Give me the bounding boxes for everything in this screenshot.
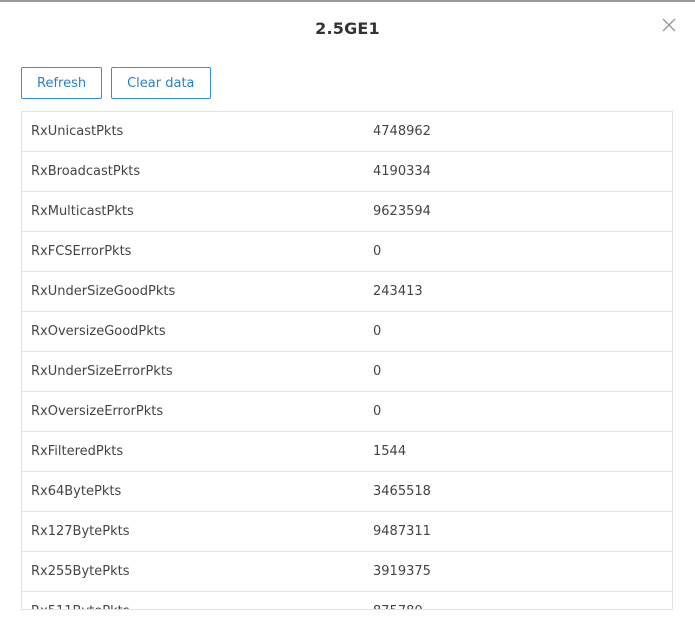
close-icon[interactable] — [661, 17, 677, 33]
table-row: RxBroadcastPkts 4190334 — [22, 152, 672, 192]
table-row: RxOversizeErrorPkts 0 — [22, 392, 672, 432]
stat-name: RxMulticastPkts — [31, 204, 134, 219]
stat-name: RxOversizeGoodPkts — [31, 324, 166, 339]
stat-value: 4748962 — [373, 124, 431, 139]
stat-value: 0 — [373, 364, 382, 379]
toolbar: Refresh Clear data — [21, 67, 211, 99]
stat-name: Rx255BytePkts — [31, 564, 130, 579]
stats-table: RxUnicastPkts 4748962 RxBroadcastPkts 41903… — [21, 111, 673, 610]
stat-value: 875780 — [373, 604, 672, 609]
stat-value: 3919375 — [373, 564, 431, 579]
table-row: Rx511BytePkts875780 — [22, 592, 672, 609]
clear-data-button[interactable]: Clear data — [111, 67, 211, 99]
stat-value: 3465518 — [373, 484, 431, 499]
stat-name: RxUnderSizeErrorPkts — [31, 364, 173, 379]
table-row: RxUnicastPkts 4748962 — [22, 112, 672, 152]
stat-name: RxBroadcastPkts — [31, 164, 141, 179]
stat-name: RxUnderSizeGoodPkts — [31, 284, 176, 299]
dialog-title: 2.5GE1 — [315, 19, 380, 38]
table-row: RxFilteredPkts 1544 — [22, 432, 672, 472]
stat-value: 0 — [373, 404, 382, 419]
table-row: Rx64BytePkts 3465518 — [22, 472, 672, 512]
port-stats-dialog: 2.5GE1 Refresh Clear data RxUnicastPkts 4… — [0, 0, 695, 631]
table-row: Rx127BytePkts 9487311 — [22, 512, 672, 552]
stat-value: 243413 — [373, 284, 423, 299]
stat-value: 9623594 — [373, 204, 431, 219]
stat-value: 4190334 — [373, 164, 431, 179]
table-row: RxUnderSizeGoodPkts 243413 — [22, 272, 672, 312]
stat-name: RxFilteredPkts — [31, 444, 124, 459]
stat-value: 1544 — [373, 444, 407, 459]
refresh-button[interactable]: Refresh — [21, 67, 103, 99]
stat-name: Rx64BytePkts — [31, 484, 122, 499]
table-row: RxMulticastPkts 9623594 — [22, 192, 672, 232]
table-row: RxFCSErrorPkts 0 — [22, 232, 672, 272]
stat-name: RxFCSErrorPkts — [31, 244, 132, 259]
table-row: RxOversizeGoodPkts 0 — [22, 312, 672, 352]
table-row: Rx255BytePkts 3919375 — [22, 552, 672, 592]
stat-value: 9487311 — [373, 524, 431, 539]
stat-name: Rx511BytePkts — [22, 604, 373, 609]
stat-name: RxUnicastPkts — [31, 124, 124, 139]
stat-name: Rx127BytePkts — [31, 524, 130, 539]
stat-name: RxOversizeErrorPkts — [31, 404, 164, 419]
stat-value: 0 — [373, 324, 382, 339]
table-row: RxUnderSizeErrorPkts 0 — [22, 352, 672, 392]
stat-value: 0 — [373, 244, 382, 259]
